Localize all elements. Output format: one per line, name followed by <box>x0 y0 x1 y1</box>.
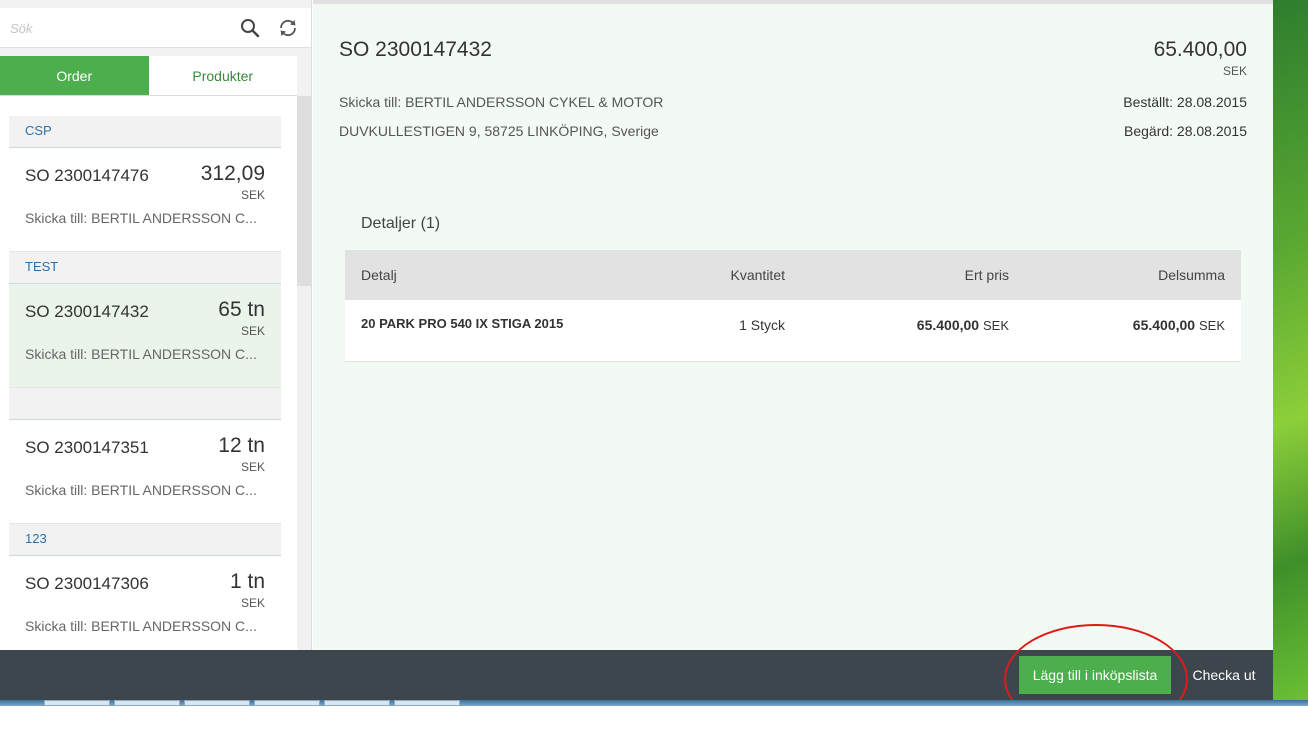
refresh-icon[interactable] <box>275 15 301 41</box>
list-item[interactable]: SO 2300147306 1 tn SEK Skicka till: BERT… <box>9 556 281 650</box>
detail-requested-date: Begärd: 28.08.2015 <box>1124 123 1247 139</box>
detail-ordered-date: Beställt: 28.08.2015 <box>1123 94 1247 110</box>
order-number: SO 2300147476 <box>25 166 149 185</box>
item-subtotal: 65.400,00 SEK <box>1133 317 1225 333</box>
order-amount: 1 tn <box>229 570 265 593</box>
price-value: 65.400,00 <box>916 317 980 333</box>
view-switch: Order Produkter <box>0 56 297 96</box>
group-label: 123 <box>25 531 47 546</box>
detail-ship-to: Skicka till: BERTIL ANDERSSON CYKEL & MO… <box>339 94 664 110</box>
list-scrollbar[interactable] <box>297 96 311 650</box>
group-header-empty <box>9 388 281 420</box>
group-label: TEST <box>25 259 59 274</box>
list-item-selected[interactable]: SO 2300147432 65 tn SEK Skicka till: BER… <box>9 284 281 388</box>
order-ship-to: Skicka till: BERTIL ANDERSSON C... <box>25 346 257 362</box>
detail-currency: SEK <box>1222 64 1247 78</box>
column-header-price: Ert pris <box>964 267 1009 283</box>
group-label: CSP <box>25 123 52 138</box>
column-header-detail: Detalj <box>361 267 397 283</box>
details-section-title: Detaljer (1) <box>361 215 441 232</box>
search-input[interactable] <box>0 8 232 48</box>
list-item[interactable]: SO 2300147351 12 tn SEK Skicka till: BER… <box>9 420 281 524</box>
group-header-csp: CSP <box>9 116 281 148</box>
order-number: SO 2300147432 <box>25 302 149 321</box>
scrollbar-thumb[interactable] <box>297 96 311 286</box>
order-currency: SEK <box>240 460 265 474</box>
subtotal-value: 65.400,00 <box>1132 317 1196 333</box>
item-price: 65.400,00 SEK <box>917 317 1009 333</box>
order-list: CSP SO 2300147476 312,09 SEK Skicka till… <box>0 96 297 650</box>
detail-title: SO 2300147432 <box>339 38 492 61</box>
search-icon[interactable] <box>237 15 263 41</box>
group-header-test: TEST <box>9 252 281 284</box>
master-list-panel: Order Produkter CSP SO 2300147476 312,09… <box>0 0 312 650</box>
order-currency: SEK <box>240 596 265 610</box>
footer-toolbar: Lägg till i inköpslista Checka ut <box>0 650 1273 700</box>
desktop-background-edge <box>1273 0 1308 700</box>
add-to-shopping-list-button[interactable]: Lägg till i inköpslista <box>1019 656 1171 694</box>
details-table: Detalj Kvantitet Ert pris Delsumma 20 PA… <box>345 250 1241 362</box>
order-detail-panel: SO 2300147432 65.400,00 SEK Skicka till:… <box>313 0 1273 650</box>
detail-address: DUVKULLESTIGEN 9, 58725 LINKÖPING, Sveri… <box>339 123 659 139</box>
table-row[interactable]: 20 PARK PRO 540 IX STIGA 2015 1 Styck 65… <box>345 300 1241 362</box>
item-quantity: 1 Styck <box>739 317 785 333</box>
order-ship-to: Skicka till: BERTIL ANDERSSON C... <box>25 482 257 498</box>
order-ship-to: Skicka till: BERTIL ANDERSSON C... <box>25 618 257 634</box>
group-header-123: 123 <box>9 524 281 556</box>
list-item[interactable]: SO 2300147476 312,09 SEK Skicka till: BE… <box>9 148 281 252</box>
column-header-quantity: Kvantitet <box>730 267 785 283</box>
search-bar <box>0 8 311 48</box>
detail-amount: 65.400,00 <box>1153 38 1247 61</box>
tab-products[interactable]: Produkter <box>148 56 297 95</box>
table-header: Detalj Kvantitet Ert pris Delsumma <box>345 250 1241 300</box>
order-currency: SEK <box>240 324 265 338</box>
checkout-button[interactable]: Checka ut <box>1184 656 1264 694</box>
order-currency: SEK <box>240 188 265 202</box>
subtotal-currency: SEK <box>1198 318 1225 333</box>
order-number: SO 2300147351 <box>25 438 149 457</box>
item-name: 20 PARK PRO 540 IX STIGA 2015 <box>361 316 564 331</box>
blank-area <box>0 706 1308 735</box>
order-amount: 12 tn <box>218 434 265 457</box>
tab-order[interactable]: Order <box>0 56 149 95</box>
column-header-subtotal: Delsumma <box>1158 267 1225 283</box>
order-amount: 65 tn <box>218 298 265 321</box>
order-ship-to: Skicka till: BERTIL ANDERSSON C... <box>25 210 257 226</box>
order-number: SO 2300147306 <box>25 574 149 593</box>
price-currency: SEK <box>982 318 1009 333</box>
order-amount: 312,09 <box>200 162 265 185</box>
